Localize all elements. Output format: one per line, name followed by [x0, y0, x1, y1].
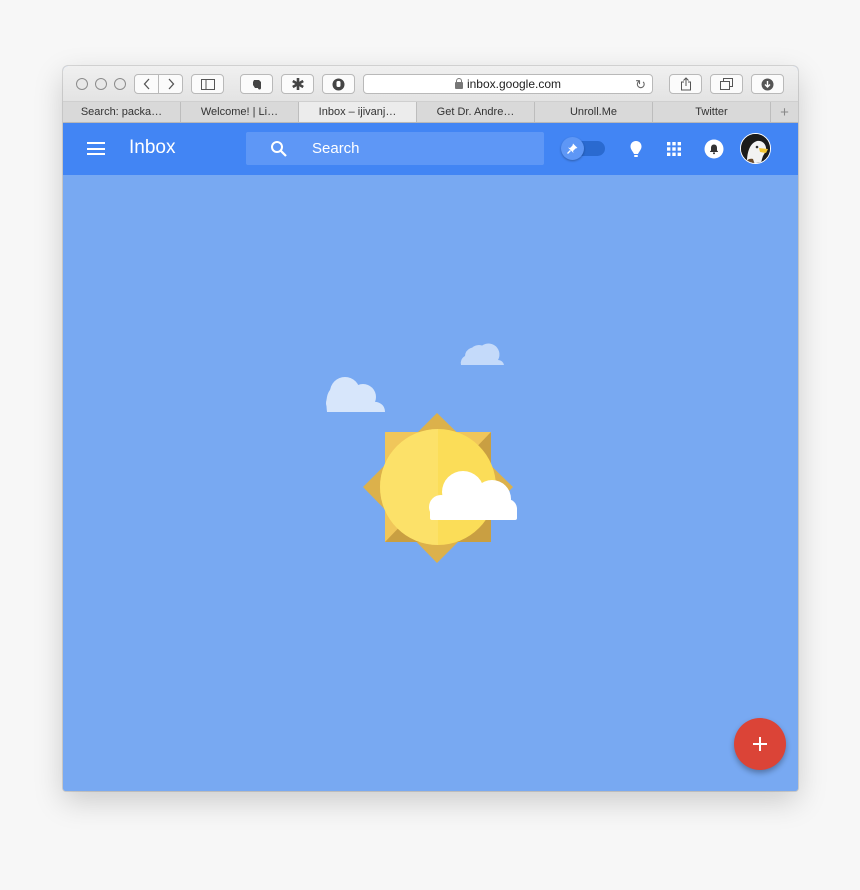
- reminder-icon[interactable]: [626, 139, 646, 159]
- apps-icon[interactable]: [664, 139, 684, 159]
- avatar[interactable]: [740, 133, 771, 164]
- pinned-toggle[interactable]: [561, 137, 605, 160]
- asterisk-icon: [291, 78, 304, 90]
- download-icon: [761, 78, 774, 90]
- history-nav: [134, 74, 183, 94]
- share-icon: [680, 77, 691, 91]
- pin-icon: [561, 137, 584, 160]
- search-input[interactable]: Search: [312, 140, 360, 157]
- close-window-button[interactable]: [76, 78, 88, 90]
- tab-bar: Search: packa… Welcome! | Li… Inbox – ij…: [63, 102, 798, 123]
- back-button[interactable]: [135, 75, 158, 93]
- sidebar-icon: [200, 78, 215, 90]
- tab-active[interactable]: Inbox – ijivanj…: [299, 102, 417, 122]
- tab[interactable]: Search: packa…: [63, 102, 181, 122]
- evernote-extension-button[interactable]: [240, 74, 273, 94]
- cloud-icon: [326, 377, 385, 412]
- extension-button[interactable]: [281, 74, 314, 94]
- sun-illustration: [326, 343, 517, 563]
- adblock-button[interactable]: [322, 74, 355, 94]
- search-box[interactable]: Search: [246, 132, 544, 165]
- compose-button[interactable]: [734, 718, 786, 770]
- reload-icon[interactable]: ↻: [635, 77, 646, 93]
- plus-icon: [753, 737, 767, 751]
- tab[interactable]: Get Dr. Andre…: [417, 102, 535, 122]
- sidebar-button[interactable]: [191, 74, 224, 94]
- menu-icon[interactable]: [87, 142, 105, 155]
- tab-overview-button[interactable]: [710, 74, 743, 94]
- tab[interactable]: Welcome! | Li…: [181, 102, 299, 122]
- hand-stop-icon: [332, 78, 345, 90]
- lock-icon: [454, 77, 463, 89]
- minimize-window-button[interactable]: [95, 78, 107, 90]
- downloads-button[interactable]: [751, 74, 784, 94]
- search-icon[interactable]: [270, 140, 288, 158]
- app-header: Inbox Search: [63, 123, 798, 175]
- tab[interactable]: Twitter: [653, 102, 771, 122]
- tab[interactable]: Unroll.Me: [535, 102, 653, 122]
- browser-toolbar: inbox.google.com ↻: [63, 66, 798, 102]
- browser-window: inbox.google.com ↻ Search: packa… Welcom…: [63, 66, 798, 791]
- chevron-left-icon: [143, 78, 149, 90]
- address-bar[interactable]: inbox.google.com ↻: [363, 74, 653, 94]
- tabs-icon: [720, 78, 733, 90]
- elephant-icon: [252, 79, 261, 89]
- notification-bell-icon[interactable]: [704, 139, 724, 159]
- zoom-window-button[interactable]: [114, 78, 126, 90]
- share-button[interactable]: [669, 74, 702, 94]
- inbox-content: [63, 175, 798, 791]
- url-text: inbox.google.com: [466, 77, 562, 91]
- app-title: Inbox: [129, 137, 176, 158]
- chevron-right-icon: [168, 78, 174, 90]
- new-tab-button[interactable]: +: [771, 102, 798, 122]
- small-cloud-icon: [460, 343, 504, 365]
- forward-button[interactable]: [158, 75, 182, 93]
